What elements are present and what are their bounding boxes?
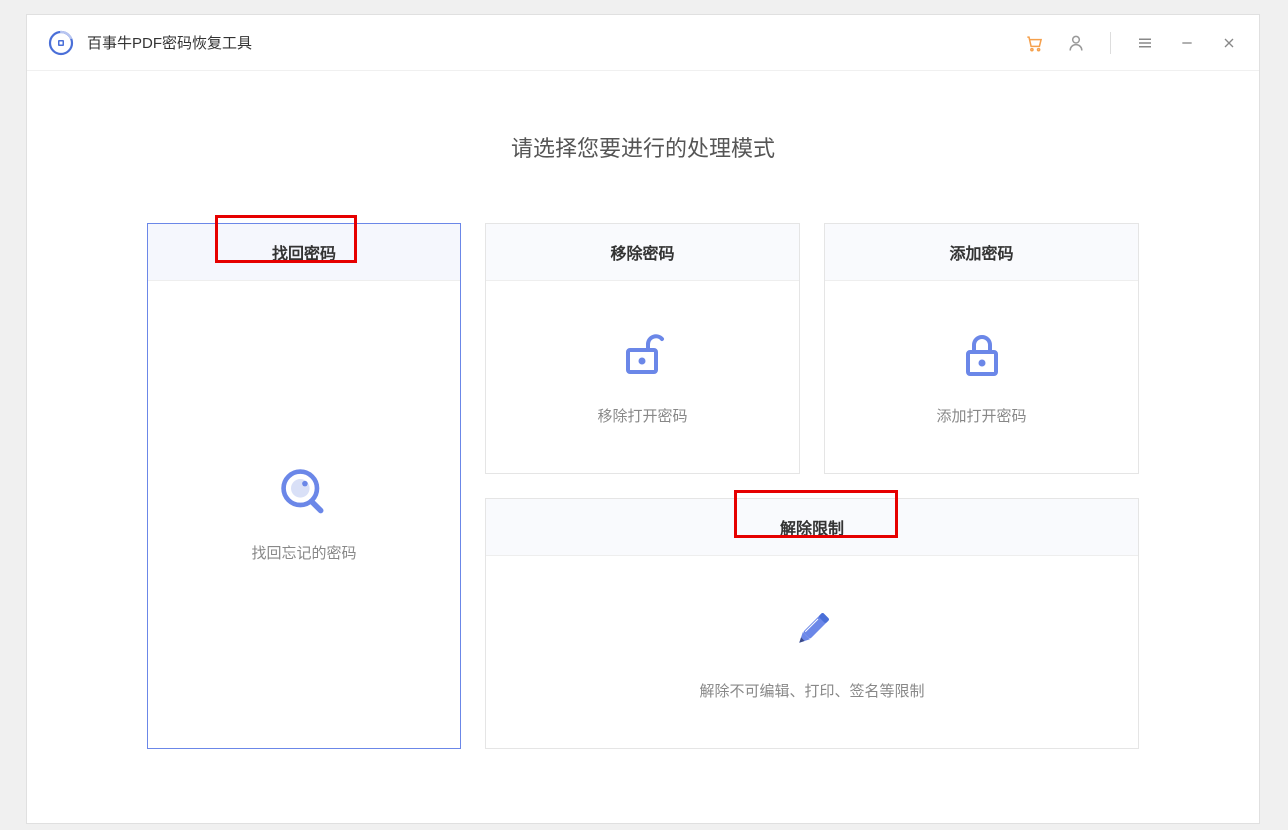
right-column: 移除密码 移除打开密码: [485, 223, 1139, 749]
card-remove-password[interactable]: 移除密码 移除打开密码: [485, 223, 800, 474]
card-recover-body: 找回忘记的密码: [148, 281, 460, 748]
app-title: 百事牛PDF密码恢复工具: [87, 32, 252, 53]
card-remove-restriction[interactable]: 解除限制: [485, 498, 1139, 749]
card-add-password[interactable]: 添加密码 添加打开密码: [824, 223, 1139, 474]
page-heading: 请选择您要进行的处理模式: [511, 131, 775, 163]
card-add-body: 添加打开密码: [825, 281, 1138, 473]
right-row-top: 移除密码 移除打开密码: [485, 223, 1139, 474]
card-recover-title: 找回密码: [148, 224, 460, 281]
titlebar-left: 百事牛PDF密码恢复工具: [47, 29, 252, 57]
cart-icon[interactable]: [1024, 33, 1044, 53]
card-add-description: 添加打开密码: [936, 405, 1026, 426]
titlebar: 百事牛PDF密码恢复工具: [27, 15, 1259, 71]
titlebar-divider: [1110, 32, 1111, 54]
app-window: 百事牛PDF密码恢复工具: [26, 14, 1260, 824]
lock-icon: [956, 329, 1008, 381]
main-content: 请选择您要进行的处理模式 找回密码 找回忘记的密码: [27, 71, 1259, 823]
user-icon[interactable]: [1066, 33, 1086, 53]
minimize-icon[interactable]: [1177, 33, 1197, 53]
card-unrestrict-title: 解除限制: [486, 499, 1138, 556]
card-unrestrict-description: 解除不可编辑、打印、签名等限制: [699, 680, 924, 701]
card-unrestrict-body: 解除不可编辑、打印、签名等限制: [486, 556, 1138, 748]
card-remove-description: 移除打开密码: [597, 405, 687, 426]
card-remove-title: 移除密码: [486, 224, 799, 281]
app-logo-icon: [47, 29, 75, 57]
card-remove-body: 移除打开密码: [486, 281, 799, 473]
card-recover-password[interactable]: 找回密码 找回忘记的密码: [147, 223, 461, 749]
unlock-icon: [617, 329, 669, 381]
search-magnifier-icon: [278, 466, 330, 518]
close-icon[interactable]: [1219, 33, 1239, 53]
pencil-edit-icon: [786, 604, 838, 656]
cards-container: 找回密码 找回忘记的密码 移除密码: [47, 223, 1239, 749]
titlebar-right: [1024, 32, 1239, 54]
card-add-title: 添加密码: [825, 224, 1138, 281]
card-recover-description: 找回忘记的密码: [251, 542, 356, 563]
menu-icon[interactable]: [1135, 33, 1155, 53]
